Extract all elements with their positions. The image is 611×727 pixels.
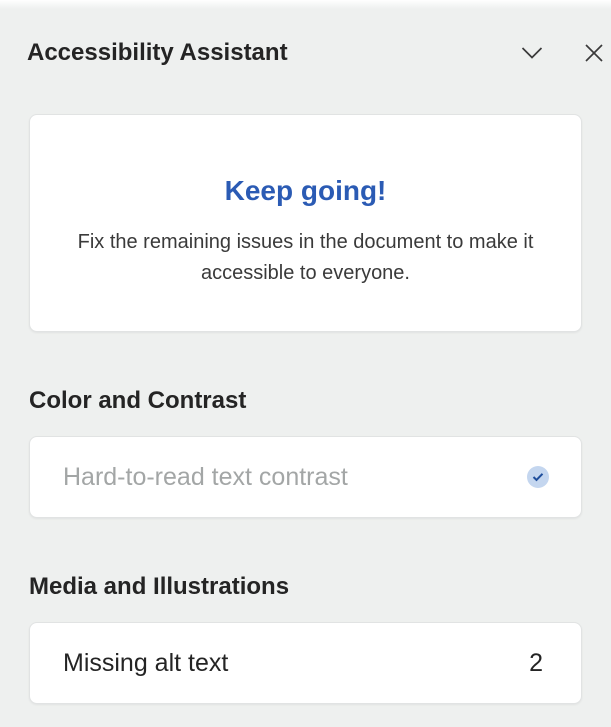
chevron-down-icon — [521, 47, 543, 59]
issue-row-hard-to-read-contrast[interactable]: Hard-to-read text contrast — [29, 436, 582, 518]
issue-label: Hard-to-read text contrast — [63, 463, 348, 491]
checkmark-icon — [532, 473, 544, 482]
pane-title: Accessibility Assistant — [27, 39, 288, 66]
status-message: Fix the remaining issues in the document… — [77, 231, 534, 284]
issue-count-badge: 2 — [529, 649, 543, 677]
issue-row-missing-alt-text[interactable]: Missing alt text 2 — [29, 622, 582, 704]
section-heading-color-contrast: Color and Contrast — [29, 387, 247, 414]
collapse-pane-button[interactable] — [515, 36, 549, 70]
check-circle-icon — [527, 466, 549, 488]
pane-header: Accessibility Assistant — [27, 36, 611, 72]
status-card: Keep going! Fix the remaining issues in … — [29, 114, 582, 332]
close-icon — [585, 44, 603, 62]
close-pane-button[interactable] — [577, 36, 611, 70]
status-heading: Keep going! — [224, 175, 387, 206]
issue-label: Missing alt text — [63, 649, 229, 677]
section-heading-media-illustrations: Media and Illustrations — [29, 573, 290, 600]
pane-top-edge — [0, 0, 611, 9]
